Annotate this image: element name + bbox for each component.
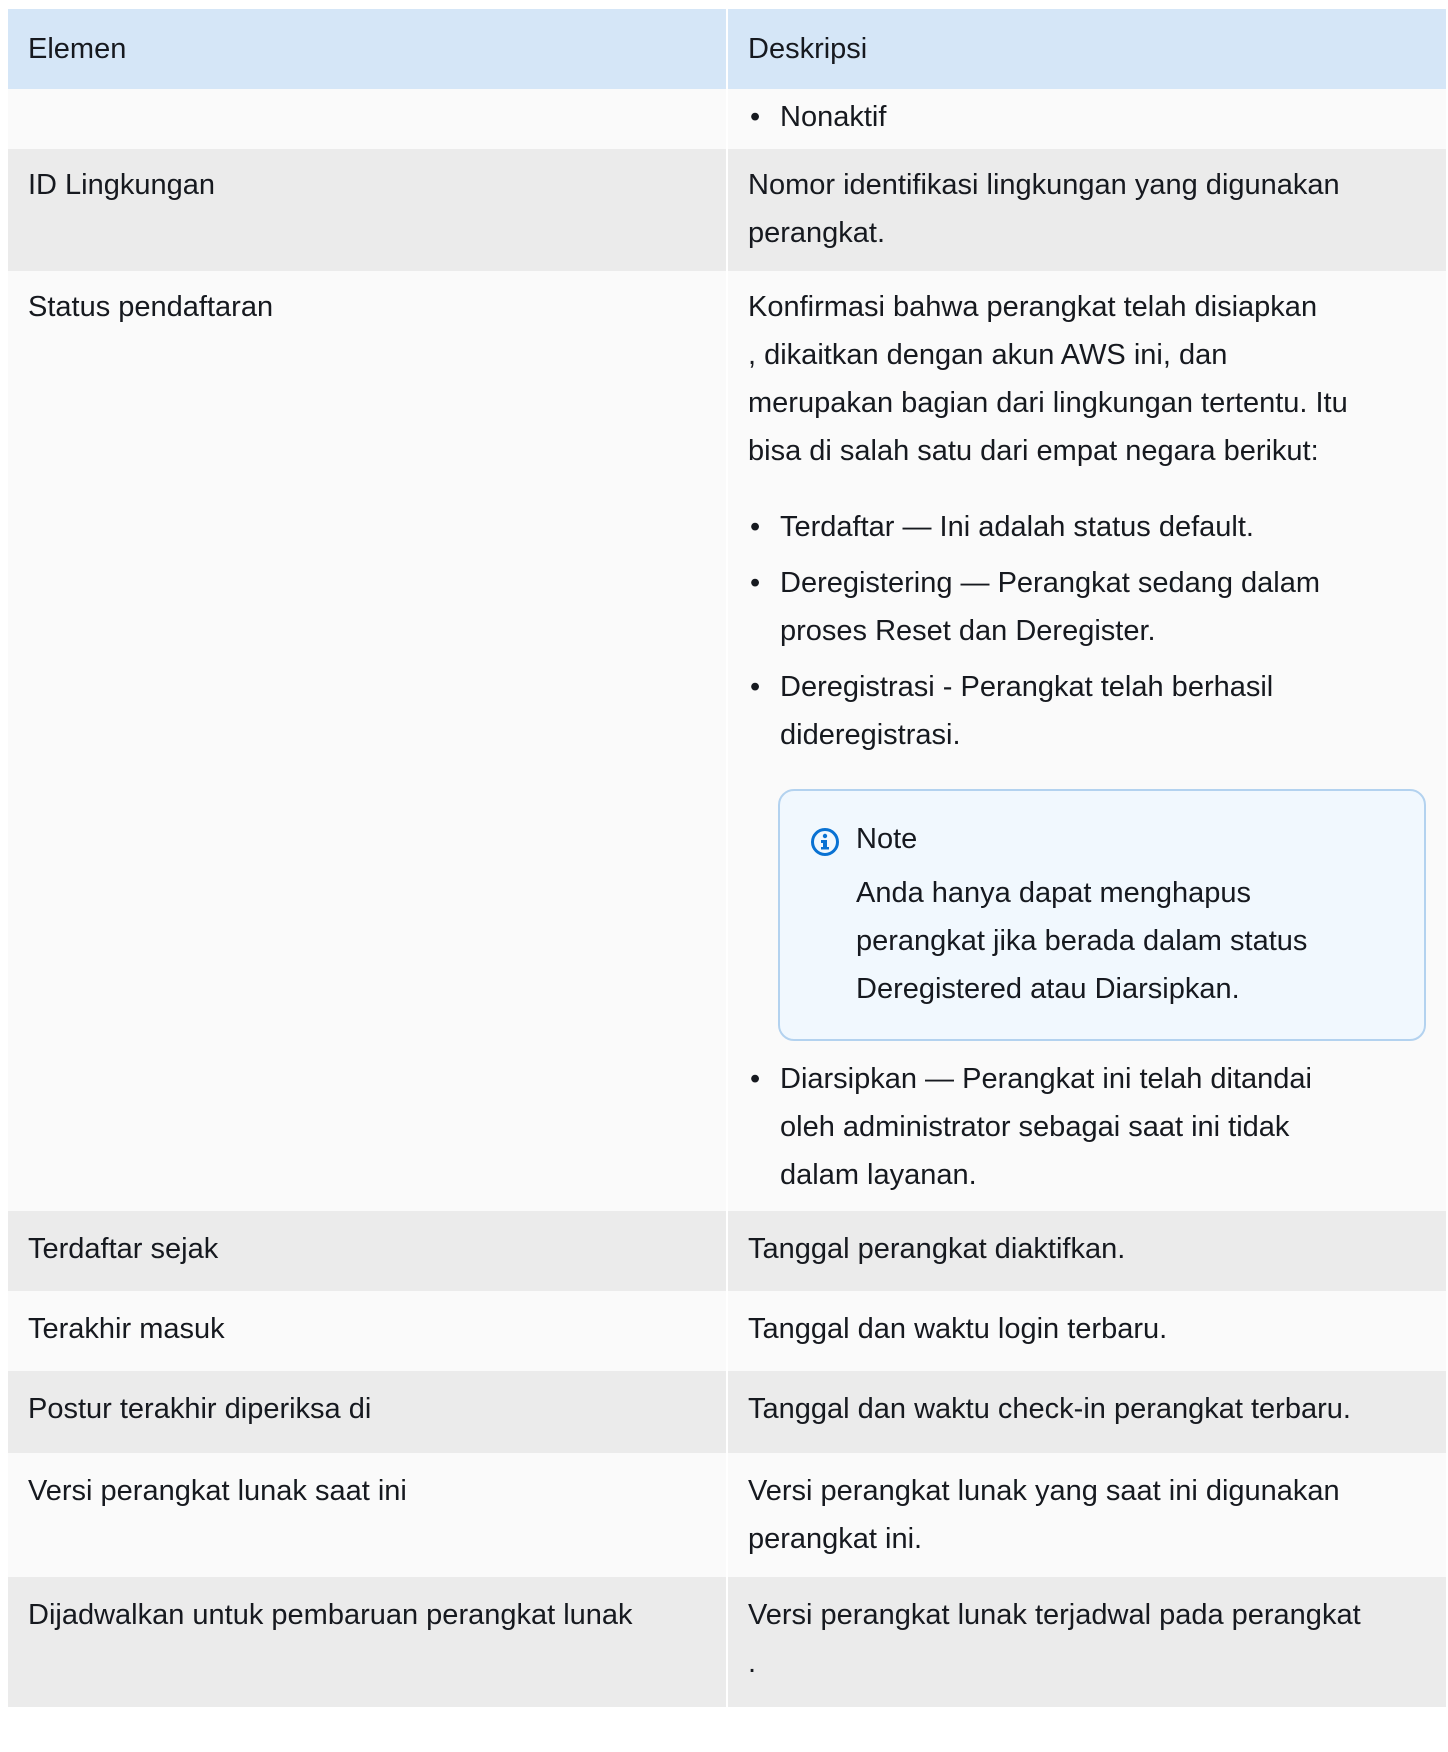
info-circle-icon [810,824,840,856]
description-text: Nomor identifikasi lingkungan yang digun… [748,169,1340,249]
device-details-table: Elemen Deskripsi Nonaktif ID Lingkungan … [8,9,1446,1707]
list-item: Deregistering — Perangkat sedang dalam p… [748,559,1426,655]
list-item: Nonaktif [748,93,1426,141]
description-cell: Nonaktif [727,89,1446,149]
device-details-table-wrapper: Elemen Deskripsi Nonaktif ID Lingkungan … [8,9,1446,1707]
column-header-description: Deskripsi [727,9,1446,89]
element-cell: ID Lingkungan [8,149,728,271]
list-item: Diarsipkan — Perangkat ini telah ditanda… [748,1055,1426,1199]
table-header-row: Elemen Deskripsi [8,9,1446,89]
table-row: Status pendaftaran Konfirmasi bahwa pera… [8,271,1446,1211]
description-cell: Konfirmasi bahwa perangkat telah disiapk… [727,271,1446,1211]
description-cell: Tanggal dan waktu check-in perangkat ter… [727,1371,1446,1453]
description-cell: Nomor identifikasi lingkungan yang digun… [727,149,1446,271]
description-cell: Tanggal dan waktu login terbaru. [727,1291,1446,1371]
note-body: Anda hanya dapat menghapus perangkat jik… [856,877,1308,1005]
element-cell: Dijadwalkan untuk pembaruan perangkat lu… [8,1577,728,1707]
note-title: Note [856,823,918,855]
status-bullet-list: Terdaftar — Ini adalah status default. D… [748,503,1426,1199]
table-row: ID Lingkungan Nomor identifikasi lingkun… [8,149,1446,271]
description-cell: Versi perangkat lunak terjadwal pada per… [727,1577,1446,1707]
note-callout: Note Anda hanya dapat menghapus perangka… [778,789,1426,1041]
table-row: Terakhir masuk Tanggal dan waktu login t… [8,1291,1446,1371]
element-cell: Status pendaftaran [8,271,728,1211]
element-cell: Postur terakhir diperiksa di [8,1371,728,1453]
element-cell: Versi perangkat lunak saat ini [8,1453,728,1577]
column-header-element: Elemen [8,9,728,89]
element-cell [8,89,728,149]
table-row: Terdaftar sejak Tanggal perangkat diakti… [8,1211,1446,1291]
table-row: Nonaktif [8,89,1446,149]
table-row: Versi perangkat lunak saat ini Versi per… [8,1453,1446,1577]
description-cell: Versi perangkat lunak yang saat ini digu… [727,1453,1446,1577]
bullet-list: Nonaktif [748,93,1426,141]
description-text: Konfirmasi bahwa perangkat telah disiapk… [748,291,1348,467]
note-header: Note [810,815,1396,863]
list-item: Terdaftar — Ini adalah status default. [748,503,1426,551]
element-cell: Terdaftar sejak [8,1211,728,1291]
list-item: Deregistrasi - Perangkat telah berhasil … [748,663,1426,1041]
table-row: Dijadwalkan untuk pembaruan perangkat lu… [8,1577,1446,1707]
table-row: Postur terakhir diperiksa di Tanggal dan… [8,1371,1446,1453]
description-cell: Tanggal perangkat diaktifkan. [727,1211,1446,1291]
element-cell: Terakhir masuk [8,1291,728,1371]
